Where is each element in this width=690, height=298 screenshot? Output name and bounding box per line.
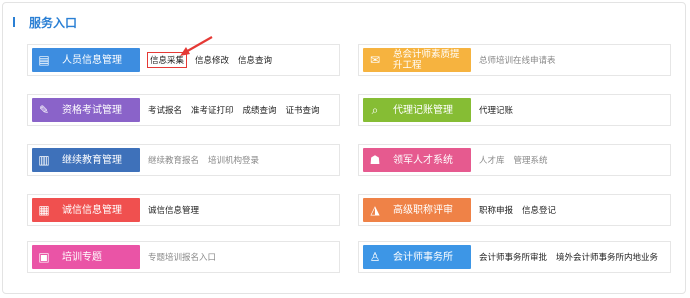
section-marker — [13, 17, 15, 27]
service-links: 考试报名 准考证打印 成绩查询 证书查询 — [148, 104, 329, 116]
service-links: 专题培训报名入口 — [148, 251, 225, 263]
service-main-button[interactable]: ✉ 总会计师素质提升工程 — [363, 48, 471, 72]
service-link[interactable]: 职称申报 — [479, 204, 513, 216]
service-main-button[interactable]: ◮ 高级职称评审 — [363, 198, 471, 222]
people-icon: ☗ — [369, 153, 381, 167]
service-link[interactable]: 人才库 — [479, 154, 505, 166]
service-main-button[interactable]: ▥ 继续教育管理 — [32, 148, 140, 172]
service-links: 会计师事务所审批 境外会计师事务所内地业务 — [479, 251, 667, 263]
service-label: 诚信信息管理 — [62, 204, 122, 216]
service-link[interactable]: 管理系统 — [514, 154, 548, 166]
service-link[interactable]: 考试报名 — [148, 104, 182, 116]
section-header: 服务入口 — [13, 13, 77, 31]
service-link[interactable]: 信息查询 — [238, 54, 272, 66]
service-link[interactable]: 诚信信息管理 — [148, 204, 199, 216]
certificate-icon: ✉ — [369, 53, 381, 67]
service-links: 职称申报 信息登记 — [479, 204, 565, 216]
service-label: 会计师事务所 — [393, 251, 453, 263]
section-title: 服务入口 — [29, 15, 78, 30]
service-main-button[interactable]: ☗ 领军人才系统 — [363, 148, 471, 172]
service-label: 代理记账管理 — [393, 104, 453, 116]
book-icon: ▥ — [38, 153, 50, 167]
service-link[interactable]: 会计师事务所审批 — [479, 251, 547, 263]
service-main-button[interactable]: ⌕ 代理记账管理 — [363, 98, 471, 122]
service-links: 诚信信息管理 — [148, 204, 208, 216]
service-links: 人才库 管理系统 — [479, 154, 557, 166]
person-icon: ♙ — [369, 250, 381, 264]
service-link[interactable]: 专题培训报名入口 — [148, 251, 216, 263]
service-card: ▦ 诚信信息管理 诚信信息管理 — [27, 194, 340, 226]
search-doc-icon: ⌕ — [371, 102, 379, 117]
service-links: 总师培训在线申请表 — [479, 54, 565, 66]
service-link[interactable]: 境外会计师事务所内地业务 — [556, 251, 658, 263]
service-card: ▥ 继续教育管理 继续教育报名 培训机构登录 — [27, 144, 340, 176]
service-link[interactable]: 继续教育报名 — [148, 154, 199, 166]
service-label: 培训专题 — [62, 251, 102, 263]
service-link[interactable]: 代理记账 — [479, 104, 513, 116]
service-card: ♙ 会计师事务所 会计师事务所审批 境外会计师事务所内地业务 — [358, 241, 671, 273]
service-label: 总会计师素质提升工程 — [393, 49, 460, 71]
service-label: 领军人才系统 — [393, 154, 453, 166]
service-card: ✉ 总会计师素质提升工程 总师培训在线申请表 — [358, 44, 671, 76]
service-link[interactable]: 证书查询 — [286, 104, 320, 116]
service-card: ✎ 资格考试管理 考试报名 准考证打印 成绩查询 证书查询 — [27, 94, 340, 126]
presentation-icon: ▣ — [38, 250, 50, 264]
service-link[interactable]: 成绩查询 — [243, 104, 277, 116]
service-label: 继续教育管理 — [62, 154, 122, 166]
service-card: ▣ 培训专题 专题培训报名入口 — [27, 241, 340, 273]
service-main-button[interactable]: ✎ 资格考试管理 — [32, 98, 140, 122]
service-link[interactable]: 准考证打印 — [191, 104, 234, 116]
graduate-icon: ◮ — [370, 203, 380, 217]
service-links: 代理记账 — [479, 104, 522, 116]
service-main-button[interactable]: ▦ 诚信信息管理 — [32, 198, 140, 222]
service-links: 继续教育报名 培训机构登录 — [148, 154, 268, 166]
service-links: 信息采集 信息修改 信息查询 — [146, 52, 281, 68]
service-card: ☗ 领军人才系统 人才库 管理系统 — [358, 144, 671, 176]
service-main-button[interactable]: ▣ 培训专题 — [32, 245, 140, 269]
pencil-icon: ✎ — [38, 103, 50, 117]
service-label: 资格考试管理 — [62, 104, 122, 116]
service-link[interactable]: 培训机构登录 — [208, 154, 259, 166]
service-label: 人员信息管理 — [62, 54, 122, 66]
red-arrow-annotation — [180, 36, 213, 56]
service-label: 高级职称评审 — [393, 204, 453, 216]
id-card-icon: ▤ — [38, 53, 50, 67]
grid-icon: ▦ — [38, 203, 50, 217]
service-card: ⌕ 代理记账管理 代理记账 — [358, 94, 671, 126]
service-link[interactable]: 信息登记 — [522, 204, 556, 216]
service-main-button[interactable]: ▤ 人员信息管理 — [32, 48, 140, 72]
service-link[interactable]: 总师培训在线申请表 — [479, 54, 556, 66]
service-card: ◮ 高级职称评审 职称申报 信息登记 — [358, 194, 671, 226]
service-main-button[interactable]: ♙ 会计师事务所 — [363, 245, 471, 269]
